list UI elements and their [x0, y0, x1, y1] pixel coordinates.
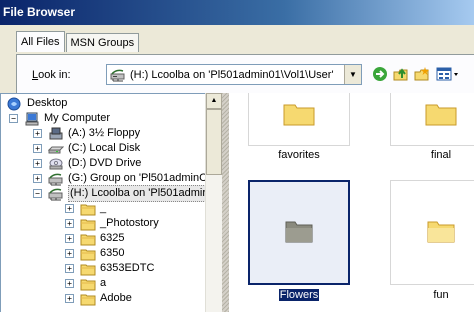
pane-splitter[interactable] [222, 93, 229, 312]
folder-icon [80, 232, 96, 246]
tree-item-local-disk[interactable]: + (C:) Local Disk [33, 141, 140, 156]
look-in-label: Look in: [32, 69, 71, 81]
tree-item-label: 6325 [100, 232, 125, 244]
desktop-icon [7, 97, 23, 111]
network-drive-icon [48, 187, 64, 201]
collapse-icon[interactable]: − [9, 114, 18, 123]
tree-item-group-drive[interactable]: + (G:) Group on 'Pl501adminC [33, 171, 207, 186]
tree-item-label: Desktop [27, 97, 68, 109]
tab-msn-groups[interactable]: MSN Groups [65, 33, 140, 52]
network-drive-icon [48, 172, 64, 186]
file-label-flowers[interactable]: Flowers [248, 288, 350, 302]
expand-icon[interactable]: + [65, 249, 74, 258]
expand-icon[interactable]: + [33, 144, 42, 153]
collapse-icon[interactable]: − [33, 189, 42, 198]
file-thumbnail-final[interactable] [390, 93, 474, 146]
scroll-up-icon[interactable]: ▲ [206, 93, 222, 109]
expand-icon[interactable]: + [65, 279, 74, 288]
folder-icon [80, 202, 96, 216]
tree-item-label: (A:) 3½ Floppy [68, 127, 141, 139]
my-computer-icon [24, 112, 40, 126]
tree-scrollbar[interactable]: ▲ [205, 93, 222, 312]
folder-icon [284, 218, 314, 247]
folder-icon [80, 292, 96, 306]
tree-item-folder[interactable]: + 6350 [65, 246, 124, 261]
folder-icon [80, 217, 96, 231]
folder-icon [426, 218, 456, 247]
file-thumbnail-favorites[interactable] [248, 93, 350, 146]
tree-item-label: My Computer [44, 112, 111, 124]
tree-item-folder[interactable]: + _Photostory [65, 216, 159, 231]
tree-item-label: a [100, 277, 107, 289]
tree-item-folder[interactable]: + Adobe [65, 291, 132, 306]
new-folder-icon[interactable] [414, 66, 430, 82]
look-in-value: (H:) Lcoolba on 'Pl501admin01\Vol1\User' [130, 68, 334, 81]
expand-icon[interactable]: + [65, 294, 74, 303]
expand-icon[interactable]: + [65, 219, 74, 228]
up-folder-icon[interactable] [393, 66, 409, 82]
file-label-final[interactable]: final [390, 149, 474, 161]
expand-icon[interactable]: + [65, 204, 74, 213]
views-menu-icon[interactable] [436, 66, 460, 82]
tree-item-floppy[interactable]: + (A:) 3½ Floppy [33, 126, 140, 141]
expand-icon[interactable]: + [33, 174, 42, 183]
file-thumbnails-pane: favorites final Flowers fun [229, 93, 474, 312]
tree-item-home-drive[interactable]: − (H:) Lcoolba on 'Pl501admir [33, 185, 209, 202]
expand-icon[interactable]: + [33, 159, 42, 168]
tab-all-files[interactable]: All Files [16, 31, 65, 52]
scroll-thumb[interactable] [206, 109, 222, 175]
hard-disk-icon [47, 142, 65, 156]
tree-item-folder[interactable]: + 6325 [65, 231, 124, 246]
folder-icon [80, 247, 96, 261]
file-label-fun[interactable]: fun [390, 289, 474, 301]
tree-item-label: (H:) Lcoolba on 'Pl501admir [68, 185, 209, 202]
folder-icon [80, 262, 96, 276]
tree-item-label: _ [100, 202, 107, 214]
file-thumbnail-fun[interactable] [390, 180, 474, 285]
tree-item-my-computer[interactable]: − My Computer [9, 111, 110, 126]
floppy-icon [48, 127, 64, 141]
expand-icon[interactable]: + [65, 234, 74, 243]
chevron-down-icon[interactable]: ▼ [344, 65, 361, 84]
look-in-combo[interactable]: (H:) Lcoolba on 'Pl501admin01\Vol1\User'… [106, 64, 362, 85]
tree-item-label: 6350 [100, 247, 125, 259]
tree-item-folder[interactable]: + _ [65, 201, 106, 216]
folder-tree: Desktop − My Computer + (A:) 3½ Floppy +… [0, 93, 222, 312]
expand-icon[interactable]: + [65, 264, 74, 273]
tree-item-label: 6353EDTC [100, 262, 155, 274]
go-icon[interactable] [372, 66, 388, 82]
folder-icon [423, 99, 459, 130]
file-thumbnail-flowers[interactable] [248, 180, 350, 285]
file-label-favorites[interactable]: favorites [248, 149, 350, 161]
tree-item-label: (C:) Local Disk [68, 142, 141, 154]
tree-item-label: (G:) Group on 'Pl501adminC [68, 172, 208, 184]
title-bar[interactable]: File Browser [0, 0, 474, 25]
tree-item-desktop[interactable]: Desktop [7, 96, 67, 111]
folder-icon [80, 277, 96, 291]
tree-item-folder[interactable]: + 6353EDTC [65, 261, 154, 276]
tree-item-label: _Photostory [100, 217, 159, 229]
tree-item-dvd-drive[interactable]: + (D:) DVD Drive [33, 156, 141, 171]
network-drive-icon [110, 68, 126, 82]
tree-item-label: (D:) DVD Drive [68, 157, 142, 169]
dvd-drive-icon [48, 157, 64, 171]
expand-icon[interactable]: + [33, 129, 42, 138]
tab-strip: All Files MSN Groups [16, 31, 140, 52]
window-title: File Browser [3, 5, 76, 19]
folder-icon [281, 99, 317, 130]
tree-item-label: Adobe [100, 292, 132, 304]
tree-item-folder[interactable]: + a [65, 276, 106, 291]
